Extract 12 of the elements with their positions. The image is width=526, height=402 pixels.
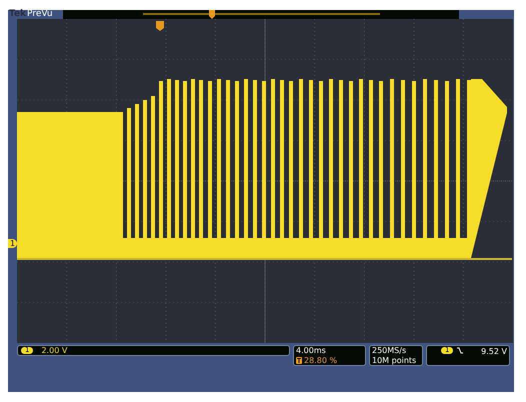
channel-marker[interactable]: 1	[8, 239, 17, 248]
trigger-marker-icon	[208, 10, 215, 19]
sample-rate: 250MS/s	[372, 346, 408, 356]
trigger-level: 9.52 V	[481, 347, 507, 356]
falling-edge-icon	[457, 347, 464, 354]
vertical-scale: 2.00 V	[41, 346, 68, 354]
record-length: 10M points	[372, 356, 418, 365]
brand-label: Tek	[9, 10, 26, 19]
time-scale: 4.00ms	[296, 346, 327, 356]
trigger-marker-icon	[156, 21, 164, 31]
mode-label: PreVu	[27, 10, 53, 19]
trigger-position: 28.80 %	[304, 356, 338, 365]
